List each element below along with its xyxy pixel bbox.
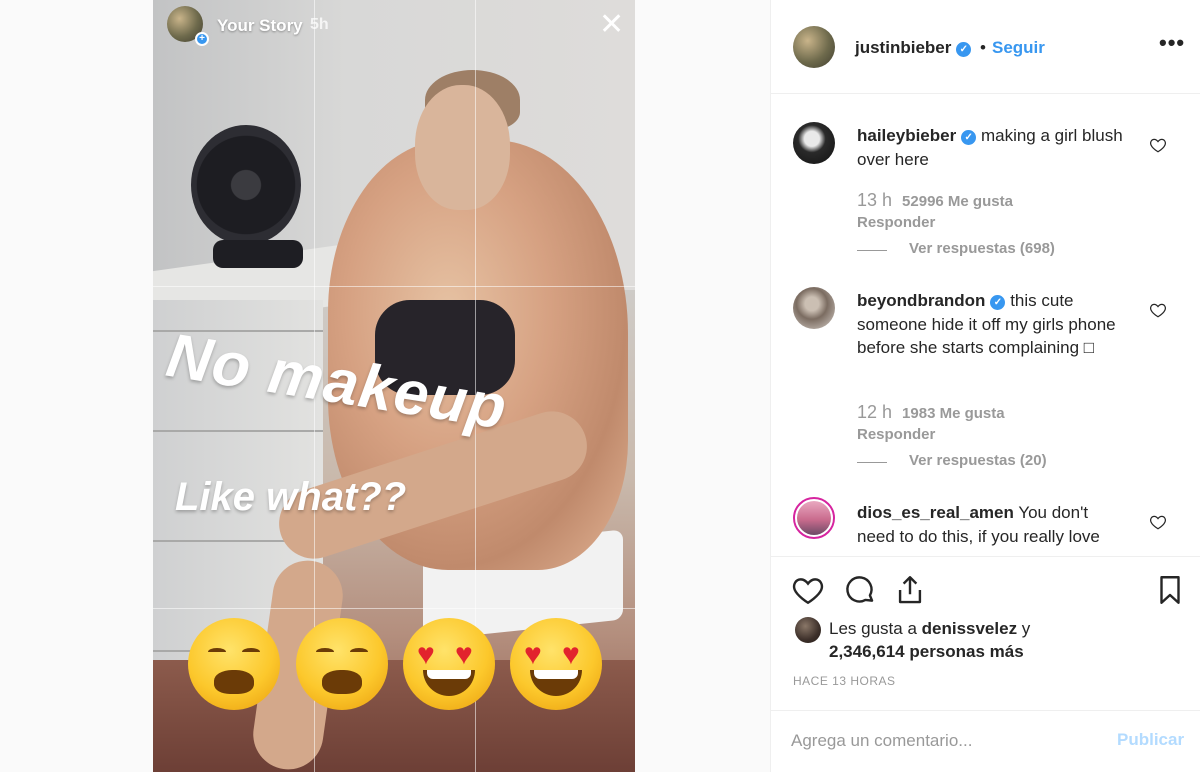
desk-fan-base bbox=[213, 240, 303, 268]
story-image: + Your Story 5h ✕ No makeup Like what?? … bbox=[153, 0, 635, 772]
emoji-mouth bbox=[322, 670, 362, 694]
commenter-avatar-story-ring[interactable] bbox=[793, 497, 835, 539]
more-options-icon[interactable]: ••• bbox=[1159, 30, 1185, 56]
view-replies-button[interactable]: Ver respuestas (698) bbox=[909, 240, 1055, 257]
heart-eye: ♥ bbox=[417, 638, 435, 671]
comment-likes[interactable]: 1983 Me gusta bbox=[902, 405, 1005, 422]
like-comment-heart-icon[interactable] bbox=[1149, 513, 1167, 531]
comments-list[interactable]: haileybieber ✓ making a girl blush over h… bbox=[771, 94, 1200, 556]
liker-avatar[interactable] bbox=[795, 617, 821, 643]
publish-button[interactable]: Publicar bbox=[1117, 730, 1184, 750]
separator-dot: • bbox=[980, 38, 986, 57]
heart-eyes-emoji: ♥ ♥ bbox=[403, 618, 495, 710]
instagram-post-page: + Your Story 5h ✕ No makeup Like what?? … bbox=[0, 0, 1200, 772]
comment-username[interactable]: haileybieber bbox=[857, 126, 956, 145]
view-replies-button[interactable]: Ver respuestas (20) bbox=[909, 452, 1047, 469]
person-head bbox=[415, 85, 510, 210]
likes-count[interactable]: 2,346,614 personas más bbox=[829, 642, 1024, 662]
comment-likes[interactable]: 52996 Me gusta bbox=[902, 193, 1013, 210]
like-comment-heart-icon[interactable] bbox=[1149, 301, 1167, 319]
emoji-eye bbox=[316, 648, 334, 656]
close-icon[interactable]: ✕ bbox=[599, 10, 624, 40]
commenter-avatar[interactable] bbox=[793, 287, 835, 329]
commenter-avatar bbox=[797, 501, 831, 535]
comment-meta: 13 h 52996 Me gusta bbox=[857, 190, 1013, 211]
emoji-eye bbox=[208, 648, 226, 656]
story-time: 5h bbox=[310, 16, 329, 33]
author-username-text: justinbieber bbox=[855, 38, 952, 57]
liker-username[interactable]: denissvelez bbox=[922, 619, 1017, 638]
emoji-eye bbox=[350, 648, 368, 656]
comment-text: haileybieber ✓ making a girl blush over h… bbox=[857, 124, 1127, 171]
emoji-teeth bbox=[534, 670, 578, 679]
commenter-avatar[interactable] bbox=[793, 122, 835, 164]
story-title: Your Story bbox=[217, 16, 303, 35]
heart-eye: ♥ bbox=[524, 638, 542, 671]
post-header: justinbieber ✓ • Seguir ••• bbox=[771, 0, 1200, 94]
emoji-mouth bbox=[423, 670, 475, 696]
author-username[interactable]: justinbieber ✓ bbox=[855, 38, 972, 58]
likes-summary: Les gusta a denissvelez y bbox=[829, 619, 1030, 639]
heart-eye: ♥ bbox=[562, 638, 580, 671]
comment-time: 12 h bbox=[857, 402, 893, 422]
author-avatar[interactable] bbox=[793, 26, 835, 68]
drawer-edge bbox=[153, 430, 323, 432]
story-overlay-subline: Like what?? bbox=[175, 475, 407, 519]
post-actions: Les gusta a denissvelez y 2,346,614 pers… bbox=[771, 556, 1200, 716]
add-story-icon: + bbox=[195, 32, 209, 46]
heart-eyes-emoji: ♥ ♥ bbox=[510, 618, 602, 710]
comment-bubble-icon[interactable] bbox=[843, 573, 877, 607]
desk-fan bbox=[191, 125, 301, 245]
add-comment-bar: Publicar bbox=[771, 710, 1200, 772]
emoji-teeth bbox=[427, 670, 471, 679]
likes-suffix: y bbox=[1017, 619, 1031, 638]
follow-button[interactable]: Seguir bbox=[992, 38, 1045, 58]
save-bookmark-icon[interactable] bbox=[1153, 573, 1187, 607]
like-heart-icon[interactable] bbox=[791, 573, 825, 607]
emoji-mouth bbox=[214, 670, 254, 694]
grid-line bbox=[153, 608, 635, 609]
comment-text: beyondbrandon ✓ this cute someone hide it… bbox=[857, 289, 1127, 360]
weary-face-emoji bbox=[296, 618, 388, 710]
comment-input[interactable] bbox=[791, 727, 1091, 755]
grid-line bbox=[153, 286, 635, 287]
heart-eye: ♥ bbox=[455, 638, 473, 671]
comment-username[interactable]: beyondbrandon bbox=[857, 291, 985, 310]
emoji-eye bbox=[242, 648, 260, 656]
reply-button[interactable]: Responder bbox=[857, 426, 935, 443]
reply-button[interactable]: Responder bbox=[857, 214, 935, 231]
weary-face-emoji bbox=[188, 618, 280, 710]
comment-meta: 12 h 1983 Me gusta bbox=[857, 402, 1005, 423]
comment-time: 13 h bbox=[857, 190, 893, 210]
post-timestamp[interactable]: HACE 13 HORAS bbox=[793, 674, 896, 688]
replies-divider bbox=[857, 462, 887, 463]
verified-icon: ✓ bbox=[956, 42, 972, 57]
replies-divider bbox=[857, 250, 887, 251]
verified-icon: ✓ bbox=[990, 295, 1006, 310]
comment-text: dios_es_real_amen You don't need to do t… bbox=[857, 501, 1127, 548]
emoji-mouth bbox=[530, 670, 582, 696]
likes-prefix: Les gusta a bbox=[829, 619, 922, 638]
like-comment-heart-icon[interactable] bbox=[1149, 136, 1167, 154]
comment-username[interactable]: dios_es_real_amen bbox=[857, 503, 1014, 522]
share-icon[interactable] bbox=[893, 573, 927, 607]
post-panel: justinbieber ✓ • Seguir ••• haileybieber ✓… bbox=[770, 0, 1200, 772]
verified-icon: ✓ bbox=[961, 130, 977, 145]
